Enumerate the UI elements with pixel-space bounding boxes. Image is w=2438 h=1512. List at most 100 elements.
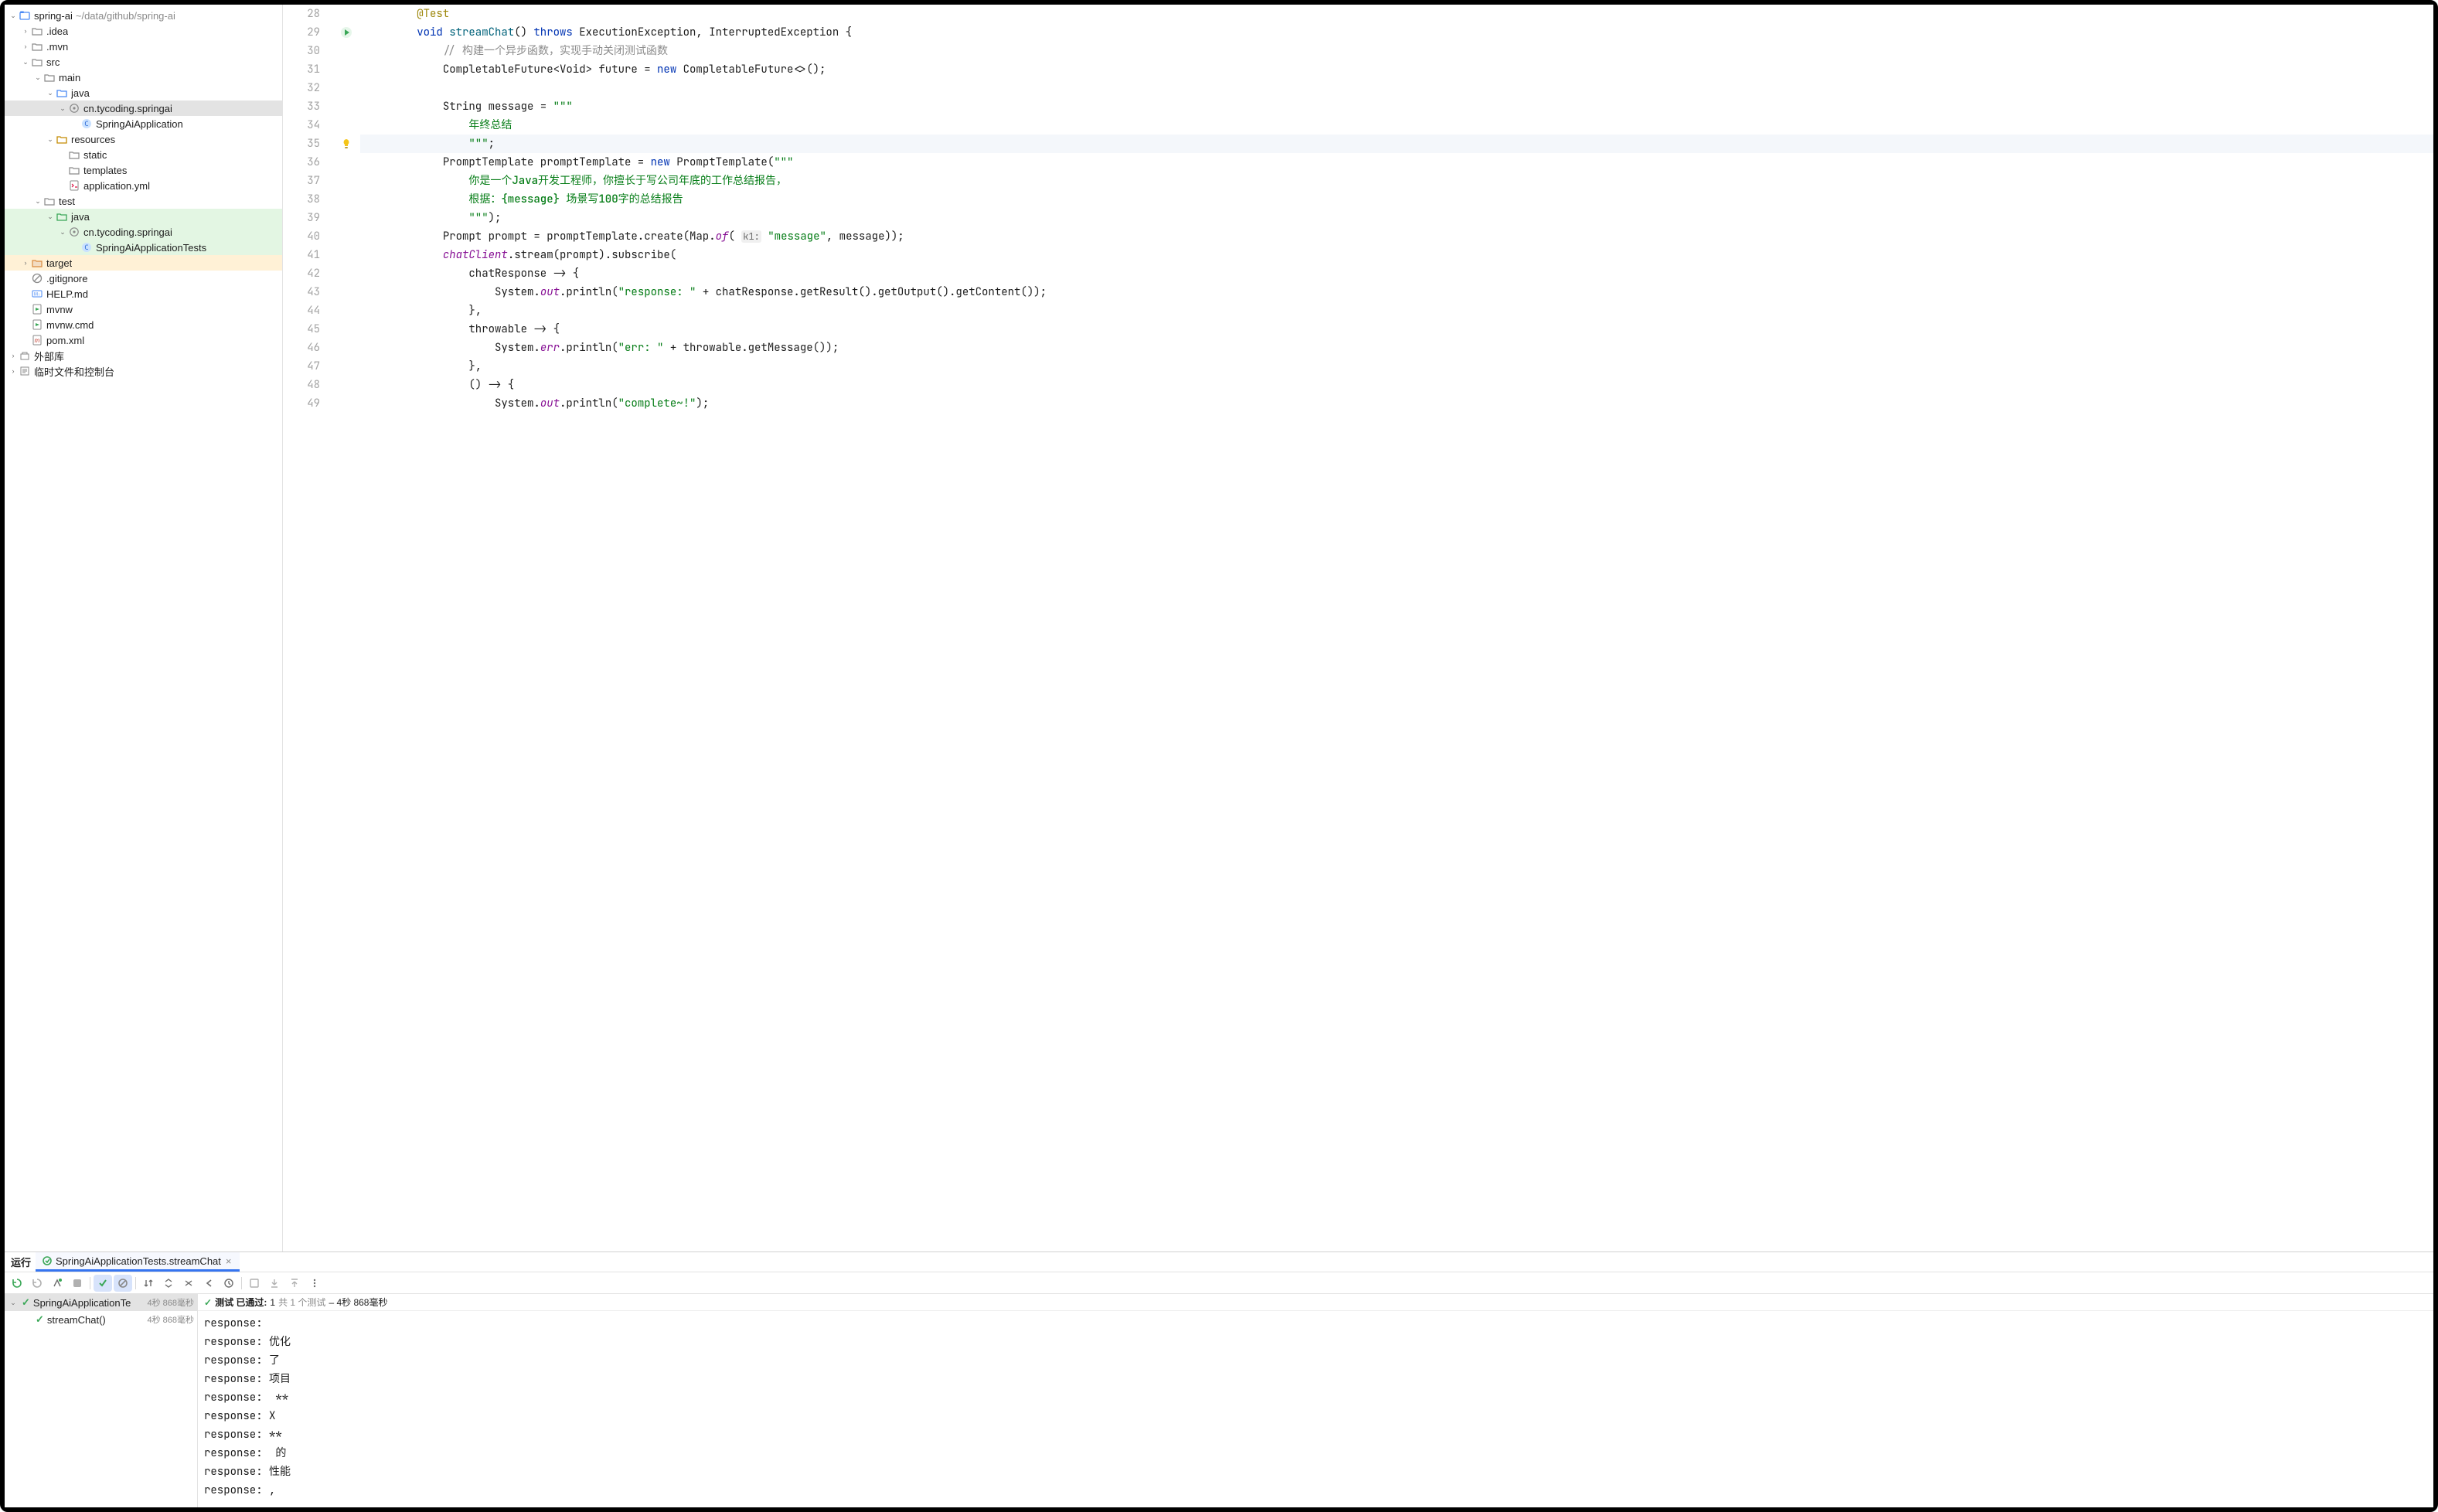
tree-item[interactable]: ⌄ main [5,70,282,85]
code-line[interactable]: CompletableFuture<Void> future = new Com… [360,60,2433,79]
tree-item[interactable]: static [5,147,282,162]
export-button[interactable] [265,1275,284,1292]
collapse-all-button[interactable] [179,1275,198,1292]
tree-item[interactable]: mpom.xml [5,332,282,348]
intention-bulb-icon[interactable] [340,138,352,150]
folder-icon [43,195,56,207]
code-line[interactable]: throwable -> { [360,320,2433,339]
run-tab-label: SpringAiApplicationTests.streamChat [56,1255,221,1267]
tree-item-label: main [59,72,80,83]
code-editor[interactable]: 2829303132333435363738394041424344454647… [283,5,2433,1251]
tree-item[interactable]: ⌄spring-ai~/data/github/spring-ai [5,8,282,23]
test-results-tree[interactable]: ⌄✓SpringAiApplicationTe4秒 868毫秒✓streamCh… [5,1294,198,1507]
close-icon[interactable]: × [224,1255,233,1267]
tree-item-label: application.yml [83,180,150,192]
code-line[interactable]: Prompt prompt = promptTemplate.create(Ma… [360,227,2433,246]
tree-item[interactable]: CSpringAiApplication [5,116,282,131]
tree-item[interactable]: ›.idea [5,23,282,39]
tree-item[interactable]: ⌄test [5,193,282,209]
code-line[interactable]: 年终总结 [360,116,2433,135]
chevron-down-icon[interactable]: ⌄ [8,1299,19,1307]
chevron-down-icon[interactable]: ⌄ [57,104,68,113]
code-line[interactable]: String message = """ [360,97,2433,116]
tree-item[interactable]: mvnw.cmd [5,317,282,332]
code-line[interactable]: System.err.println("err: " + throwable.g… [360,339,2433,357]
chevron-right-icon[interactable]: › [20,27,31,35]
chevron-down-icon[interactable]: ⌄ [32,73,43,82]
tree-item[interactable]: ›临时文件和控制台 [5,363,282,379]
tree-item[interactable]: application.yml [5,178,282,193]
expand-all-button[interactable] [159,1275,178,1292]
test-time: 4秒 868毫秒 [147,1313,194,1326]
code-line[interactable]: chatResponse -> { [360,264,2433,283]
sort-button[interactable] [139,1275,158,1292]
chevron-right-icon[interactable]: › [8,367,19,375]
run-tab-active[interactable]: SpringAiApplicationTests.streamChat × [36,1252,239,1272]
chevron-down-icon[interactable]: ⌄ [20,58,31,66]
chevron-right-icon[interactable]: › [8,352,19,359]
pom-icon: m [31,334,43,346]
code-line[interactable]: // 构建一个异步函数，实现手动关闭测试函数 [360,42,2433,60]
code-line[interactable]: PromptTemplate promptTemplate = new Prom… [360,153,2433,172]
tree-item[interactable]: ⌄cn.tycoding.springai [5,100,282,116]
folder-test-icon [56,210,68,223]
import-button[interactable] [245,1275,264,1292]
rerun-failed-button[interactable] [28,1275,46,1292]
more-button[interactable] [305,1275,324,1292]
code-line[interactable]: void streamChat() throws ExecutionExcept… [360,23,2433,42]
prev-failed-button[interactable] [199,1275,218,1292]
rerun-button[interactable] [8,1275,26,1292]
chevron-down-icon[interactable]: ⌄ [57,228,68,237]
code-line[interactable]: System.out.println("response: " + chatRe… [360,283,2433,301]
test-tree-item[interactable]: ⌄✓SpringAiApplicationTe4秒 868毫秒 [5,1294,197,1311]
tree-item[interactable]: M↓HELP.md [5,286,282,301]
project-tree[interactable]: ⌄spring-ai~/data/github/spring-ai›.idea›… [5,5,283,1251]
tree-item[interactable]: ⌄java [5,209,282,224]
tree-item[interactable]: ⌄cn.tycoding.springai [5,224,282,240]
show-ignored-button[interactable] [114,1275,132,1292]
chevron-down-icon[interactable]: ⌄ [45,135,56,144]
chevron-down-icon[interactable]: ⌄ [8,12,19,20]
tree-item[interactable]: ›外部库 [5,348,282,363]
tree-item[interactable]: ›.mvn [5,39,282,54]
tree-item[interactable]: ⌄java [5,85,282,100]
tree-item[interactable]: ›target [5,255,282,271]
tree-item[interactable]: mvnw [5,301,282,317]
chevron-right-icon[interactable]: › [20,259,31,267]
tree-item[interactable]: ⌄src [5,54,282,70]
code-line[interactable]: () -> { [360,376,2433,394]
tree-item[interactable]: CSpringAiApplicationTests [5,240,282,255]
tree-item-label: resources [71,134,115,145]
history-button[interactable] [220,1275,238,1292]
editor-code-area[interactable]: @Test void streamChat() throws Execution… [360,5,2433,1251]
tree-item-label: pom.xml [46,335,84,346]
chevron-down-icon[interactable]: ⌄ [32,197,43,206]
svg-text:M↓: M↓ [34,293,40,298]
code-line[interactable]: }, [360,357,2433,376]
svg-text:C: C [84,244,88,252]
export-2-button[interactable] [285,1275,304,1292]
tree-item-label: .gitignore [46,273,87,284]
code-line[interactable]: @Test [360,5,2433,23]
chevron-right-icon[interactable]: › [20,43,31,50]
tree-item[interactable]: ⌄ resources [5,131,282,147]
code-line[interactable]: chatClient.stream(prompt).subscribe( [360,246,2433,264]
show-passed-button[interactable] [94,1275,112,1292]
chevron-down-icon[interactable]: ⌄ [45,89,56,97]
tree-item[interactable]: .gitignore [5,271,282,286]
chevron-down-icon[interactable]: ⌄ [45,213,56,221]
code-line[interactable]: System.out.println("complete~!"); [360,394,2433,413]
test-tree-item[interactable]: ✓streamChat()4秒 868毫秒 [5,1311,197,1328]
stop-button[interactable] [68,1275,87,1292]
tree-item[interactable]: templates [5,162,282,178]
code-line[interactable]: }, [360,301,2433,320]
code-line[interactable] [360,79,2433,97]
console-output[interactable]: response: response: 优化 response: 了 respo… [198,1311,2433,1507]
code-line[interactable]: """); [360,209,2433,227]
tree-item-label: spring-ai [34,10,73,22]
code-line[interactable]: 根据：{message} 场景写100字的总结报告 [360,190,2433,209]
toggle-auto-test-button[interactable] [48,1275,66,1292]
code-line[interactable]: """; [360,135,2433,153]
code-line[interactable]: 你是一个Java开发工程师，你擅长于写公司年底的工作总结报告， [360,172,2433,190]
run-gutter-icon[interactable] [340,26,352,39]
